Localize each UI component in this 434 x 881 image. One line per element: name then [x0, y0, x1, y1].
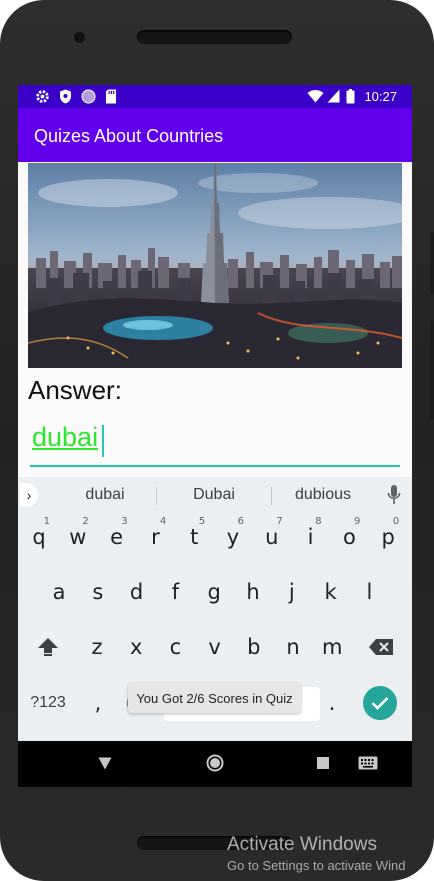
suggestion-3[interactable]: dubious: [268, 486, 378, 504]
key-letter: q: [32, 525, 46, 549]
answer-label: Answer:: [28, 375, 122, 405]
backspace-icon: [369, 639, 393, 655]
key-s[interactable]: s: [80, 568, 116, 616]
app-bar: Quizes About Countries: [18, 108, 412, 162]
key-y[interactable]: y6: [215, 513, 251, 561]
app-title: Quizes About Countries: [34, 126, 224, 146]
key-number-hint: 0: [392, 516, 400, 527]
key-m[interactable]: m: [314, 623, 350, 671]
key-r[interactable]: r4: [137, 513, 173, 561]
answer-input[interactable]: [30, 417, 400, 467]
key-letter: r: [151, 525, 160, 549]
shift-key[interactable]: [30, 623, 66, 671]
microphone-icon[interactable]: [387, 484, 401, 506]
key-w[interactable]: w2: [60, 513, 96, 561]
key-letter: p: [381, 525, 395, 549]
key-l[interactable]: l: [351, 568, 387, 616]
windows-watermark-title: Activate Windows: [227, 834, 377, 855]
key-j[interactable]: j: [274, 568, 310, 616]
key-number-hint: 2: [82, 516, 89, 527]
key-h[interactable]: h: [235, 568, 271, 616]
key-c[interactable]: c: [157, 623, 193, 671]
text-cursor: [102, 425, 104, 457]
symbols-key[interactable]: ?123: [30, 679, 66, 727]
front-camera: [74, 32, 85, 43]
score-toast: You Got 2/6 Scores in Quiz: [128, 683, 301, 713]
key-letter: i: [307, 525, 314, 549]
enter-key[interactable]: [363, 686, 397, 720]
recents-icon[interactable]: [317, 757, 329, 769]
key-v[interactable]: v: [197, 623, 233, 671]
phone-frame: 10:27 Quizes About Countries Answer: dub…: [0, 0, 434, 881]
key-q[interactable]: q1: [21, 513, 57, 561]
back-icon[interactable]: [98, 757, 112, 770]
settings-icon: [36, 90, 49, 103]
key-z[interactable]: z: [79, 623, 115, 671]
key-letter: w: [69, 525, 87, 549]
chevron-right-icon[interactable]: ›: [20, 483, 38, 507]
key-o[interactable]: o9: [331, 513, 367, 561]
key-number-hint: 8: [315, 516, 322, 527]
key-d[interactable]: d: [119, 568, 155, 616]
suggestion-1[interactable]: dubai: [50, 486, 160, 504]
key-i[interactable]: i8: [293, 513, 329, 561]
key-a[interactable]: a: [41, 568, 77, 616]
key-f[interactable]: f: [157, 568, 193, 616]
key-x[interactable]: x: [118, 623, 154, 671]
key-t[interactable]: t5: [176, 513, 212, 561]
circle-icon: [81, 89, 96, 104]
suggestion-divider: [156, 487, 157, 505]
power-button: [430, 320, 434, 420]
suggestion-2[interactable]: Dubai: [159, 486, 269, 504]
key-k[interactable]: k: [313, 568, 349, 616]
key-p[interactable]: p0: [370, 513, 406, 561]
key-number-hint: 4: [160, 516, 167, 527]
key-number-hint: 6: [237, 516, 244, 527]
comma-key[interactable]: ,: [80, 679, 116, 727]
battery-icon: [346, 89, 355, 104]
keyboard-switch-icon[interactable]: [358, 756, 378, 770]
volume-button: [430, 232, 434, 294]
earpiece-speaker: [137, 30, 292, 44]
wifi-icon: [307, 90, 324, 103]
key-letter: e: [110, 525, 124, 549]
shield-icon: [60, 89, 71, 104]
windows-watermark-subtitle: Go to Settings to activate Wind: [227, 858, 406, 873]
key-letter: t: [190, 525, 199, 549]
suggestion-strip: › dubai Dubai dubious: [18, 477, 412, 513]
key-letter: y: [226, 525, 240, 549]
sd-card-icon: [106, 89, 116, 104]
period-key[interactable]: .: [314, 679, 350, 727]
key-number-hint: 3: [121, 516, 128, 527]
key-e[interactable]: e3: [99, 513, 135, 561]
key-letter: u: [265, 525, 279, 549]
key-number-hint: 7: [276, 516, 283, 527]
backspace-key[interactable]: [363, 623, 399, 671]
status-time: 10:27: [364, 89, 397, 104]
device-screen: 10:27 Quizes About Countries Answer: dub…: [18, 85, 412, 787]
home-icon[interactable]: [205, 753, 225, 773]
key-number-hint: 1: [43, 516, 50, 527]
checkmark-icon: [371, 697, 389, 710]
key-letter: o: [342, 525, 356, 549]
navigation-bar: [18, 741, 412, 787]
key-u[interactable]: u7: [254, 513, 290, 561]
status-bar: 10:27: [18, 85, 412, 108]
key-b[interactable]: b: [236, 623, 272, 671]
key-number-hint: 9: [354, 516, 361, 527]
dubai-skyline-photo: [28, 163, 402, 368]
skyline-illustration: [28, 163, 402, 368]
key-number-hint: 5: [198, 516, 206, 527]
key-n[interactable]: n: [275, 623, 311, 671]
shift-arrow-icon: [38, 638, 58, 656]
key-g[interactable]: g: [196, 568, 232, 616]
signal-icon: [327, 89, 340, 103]
